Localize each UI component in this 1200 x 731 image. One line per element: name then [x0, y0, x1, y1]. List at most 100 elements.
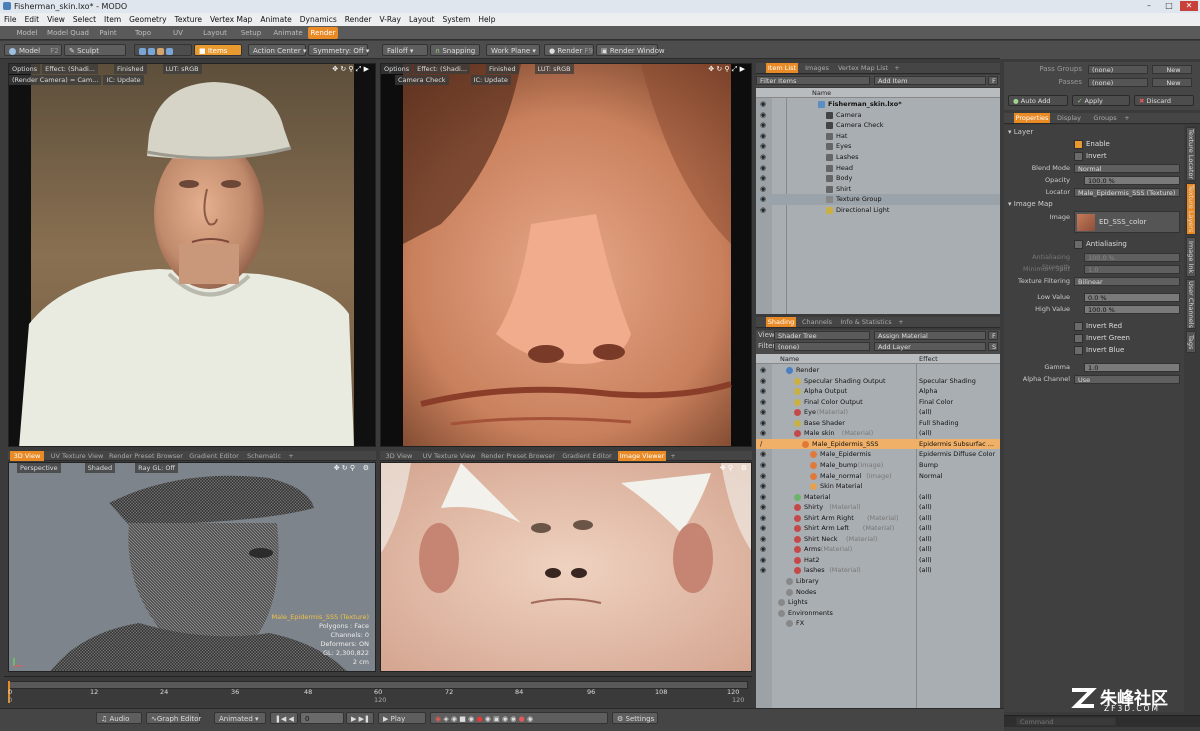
shader-row[interactable]: ◉ Male_Epidermis Epidermis Diffuse Color: [756, 449, 1000, 460]
tab-paint[interactable]: Paint: [94, 27, 122, 39]
shader-row[interactable]: ◉ Material (all): [756, 492, 1000, 503]
symmetry-dropdown[interactable]: Symmetry: Off ▾: [308, 44, 369, 56]
eye-icon[interactable]: ◉: [760, 418, 768, 429]
item-list-row[interactable]: ◉ Shirt: [756, 184, 1000, 195]
shader-row[interactable]: ◉ Specular Shading Output Specular Shading: [756, 376, 1000, 387]
tab-vertex-map-list[interactable]: Vertex Map List: [836, 63, 890, 73]
shader-row[interactable]: ◉ Shirt Arm Right (Material) (all): [756, 513, 1000, 524]
record-icon[interactable]: ●: [476, 715, 482, 723]
menu-vertex-map[interactable]: Vertex Map: [206, 13, 256, 26]
next-key-buttons[interactable]: ▶ ▶❚: [346, 712, 374, 724]
tab-topo[interactable]: Topo: [128, 27, 158, 39]
menu-edit[interactable]: Edit: [21, 13, 44, 26]
eye-icon[interactable]: ◉: [760, 428, 768, 439]
menu-system[interactable]: System: [438, 13, 474, 26]
tab-gradient-editor[interactable]: Gradient Editor: [188, 451, 240, 461]
aa-strength-field[interactable]: 100.0 %: [1084, 253, 1180, 262]
vp2-options[interactable]: Options: [381, 64, 413, 74]
image-viewer[interactable]: ✥ ⚲ ⚙: [380, 462, 752, 672]
antialiasing-checkbox[interactable]: [1074, 240, 1083, 249]
render-viewport-2[interactable]: Options Effect: (Shadi... Finished LUT: sRG…: [380, 63, 752, 447]
eye-icon[interactable]: ◉: [760, 555, 768, 566]
side-tab-tags[interactable]: Tags: [1186, 331, 1196, 353]
vp1-nav-icons[interactable]: ✥ ↻ ⚲ ⤢ ▶: [332, 65, 369, 74]
tab-item-list[interactable]: Item List: [766, 63, 798, 73]
3d-viewport[interactable]: Perspective Shaded Ray GL: Off ✥ ↻ ⚲ ⚙ Mal…: [8, 462, 376, 672]
add-tab-icon[interactable]: +: [286, 451, 296, 461]
passes-select[interactable]: (none): [1088, 78, 1148, 87]
shader-row[interactable]: ◉ Male_normal (Image) Normal: [756, 471, 1000, 482]
animated-dropdown[interactable]: Animated ▾: [214, 712, 266, 724]
tab-gradient-editor-2[interactable]: Gradient Editor: [560, 451, 614, 461]
eye-icon[interactable]: ◉: [760, 205, 768, 216]
eye-icon[interactable]: ◉: [760, 471, 768, 482]
image-viewer-settings-icon[interactable]: ⚙: [741, 464, 747, 472]
tab-render[interactable]: Render: [308, 27, 338, 39]
tab-schematic[interactable]: Schematic: [244, 451, 284, 461]
vp1-options[interactable]: Options: [9, 64, 41, 74]
image-map-section[interactable]: ▾ Image Map: [1008, 200, 1053, 208]
eye-icon[interactable]: ◉: [760, 565, 768, 576]
filter-dropdown[interactable]: (none): [774, 342, 870, 351]
menu-texture[interactable]: Texture: [171, 13, 206, 26]
side-tab-texture-layers[interactable]: Texture Layers: [1186, 183, 1196, 235]
vp2-camera-check[interactable]: Camera Check: [395, 75, 449, 85]
minimize-icon[interactable]: –: [1140, 1, 1158, 11]
shader-row[interactable]: ◉ Male skin (Material) (all): [756, 428, 1000, 439]
tab-3d-view-2[interactable]: 3D View: [382, 451, 416, 461]
eye-icon[interactable]: ◉: [760, 460, 768, 471]
eye-icon[interactable]: ◉: [760, 110, 768, 121]
shader-row[interactable]: ◉ Shirt Arm Left (Material) (all): [756, 523, 1000, 534]
selection-mode-icons[interactable]: [134, 44, 192, 56]
eye-icon[interactable]: ◉: [760, 492, 768, 503]
vp2-lut[interactable]: LUT: sRGB: [534, 64, 574, 74]
high-value-field[interactable]: 100.0 %: [1084, 305, 1180, 314]
menu-geometry[interactable]: Geometry: [125, 13, 170, 26]
shader-row[interactable]: ◉ Final Color Output Final Color: [756, 397, 1000, 408]
item-list-row[interactable]: ◉ Fisherman_skin.lxo*: [756, 99, 1000, 110]
shader-row[interactable]: FX: [756, 618, 1000, 629]
alpha-channel-dropdown[interactable]: Use: [1074, 375, 1180, 384]
shader-row[interactable]: ◉ Base Shader Full Shading: [756, 418, 1000, 429]
layer-section[interactable]: ▾ Layer: [1008, 128, 1033, 136]
eye-icon[interactable]: ◉: [760, 534, 768, 545]
eye-icon[interactable]: ◉: [760, 131, 768, 142]
invert-red-checkbox[interactable]: [1074, 322, 1083, 331]
auto-add-button[interactable]: ● Auto Add: [1008, 95, 1068, 106]
eye-icon[interactable]: ◉: [760, 163, 768, 174]
add-item-dropdown[interactable]: Add Item: [874, 76, 986, 85]
vp2-nav-icons[interactable]: ✥ ↻ ⚲ ⤢ ▶: [708, 65, 745, 74]
menu-render[interactable]: Render: [341, 13, 376, 26]
low-value-field[interactable]: 0.0 %: [1084, 293, 1180, 302]
item-list-row[interactable]: ◉ Camera: [756, 110, 1000, 121]
key-icon[interactable]: ◉: [435, 715, 441, 723]
blend-mode-dropdown[interactable]: Normal: [1074, 164, 1180, 173]
add-tab-icon-4[interactable]: +: [896, 317, 906, 327]
tab-channels[interactable]: Channels: [800, 317, 834, 327]
menu-item[interactable]: Item: [100, 13, 125, 26]
work-plane-dropdown[interactable]: Work Plane ▾: [486, 44, 540, 56]
edges-icon[interactable]: [148, 47, 155, 55]
polygons-icon[interactable]: [157, 47, 164, 55]
tab-info-statistics[interactable]: Info & Statistics: [838, 317, 894, 327]
play-button[interactable]: ▶ Play: [378, 712, 426, 724]
menu-vray[interactable]: V-Ray: [375, 13, 404, 26]
render-viewport-1[interactable]: Options Effect: (Shadi... Finished LUT: sRG…: [8, 63, 376, 447]
side-tab-user-channels[interactable]: User Channels: [1186, 279, 1196, 329]
vp1-ic[interactable]: IC: Update: [103, 75, 144, 85]
tab-images[interactable]: Images: [802, 63, 832, 73]
graph-editor-button[interactable]: ∿Graph Editor: [146, 712, 201, 724]
materials-icon[interactable]: [166, 47, 173, 55]
action-center-dropdown[interactable]: Action Center ▾: [248, 44, 306, 56]
audio-button[interactable]: ♫ Audio: [96, 712, 142, 724]
3d-nav-icons[interactable]: ✥ ↻ ⚲: [334, 464, 355, 472]
vp1-effect[interactable]: Effect: (Shadi...: [42, 64, 98, 74]
item-list-row[interactable]: ◉ Lashes: [756, 152, 1000, 163]
tab-groups[interactable]: Groups: [1090, 113, 1120, 123]
texture-filtering-dropdown[interactable]: Bilinear: [1074, 277, 1180, 286]
view-dropdown[interactable]: Shader Tree: [774, 331, 870, 340]
shader-row[interactable]: ◉ Skin Material: [756, 481, 1000, 492]
eye-icon[interactable]: ◉: [760, 194, 768, 205]
command-input[interactable]: Command: [1016, 717, 1116, 726]
shading-options-icon[interactable]: F: [988, 331, 998, 340]
